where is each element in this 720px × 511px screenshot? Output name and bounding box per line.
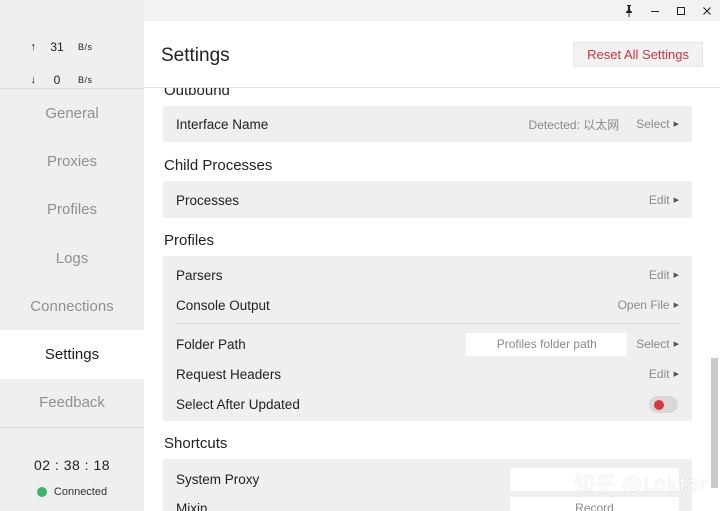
upload-unit: B/s [78,41,93,52]
system-proxy-label: System Proxy [176,471,260,487]
upload-arrow-icon: ↑ [30,40,37,53]
traffic-monitor: ↑ 31 B/s ↓ 0 B/s [0,0,144,88]
select-after-updated-toggle[interactable] [649,395,678,413]
connection-status: Connected [0,486,144,498]
section-title-child-processes: Child Processes [164,157,273,174]
settings-content[interactable]: Outbound Interface Name Detected: 以太网 Se… [144,88,720,511]
interface-select-button[interactable]: Select ▶ [636,117,679,131]
card-child-processes: Processes Edit ▶ [163,181,692,218]
row-select-after-updated: Select After Updated [163,389,692,419]
window-controls [616,0,720,22]
row-parsers[interactable]: Parsers Edit ▶ [163,260,692,290]
request-headers-edit-button[interactable]: Edit ▶ [649,367,679,381]
sidebar-item-proxies[interactable]: Proxies [0,137,144,185]
scrollbar[interactable] [711,358,718,488]
interface-name-label: Interface Name [176,116,269,132]
select-after-updated-label: Select After Updated [176,396,300,412]
folder-path-select-label: Select [636,337,670,351]
row-request-headers[interactable]: Request Headers Edit ▶ [163,359,692,389]
triangle-right-icon: ▶ [673,272,679,279]
sidebar: ↑ 31 B/s ↓ 0 B/s General Proxies Profile… [0,0,144,511]
triangle-right-icon: ▶ [673,197,679,204]
close-icon[interactable] [694,0,720,22]
console-output-label: Console Output [176,297,270,313]
processes-edit-button[interactable]: Edit ▶ [649,193,679,207]
parsers-edit-button[interactable]: Edit ▶ [649,268,679,282]
sidebar-nav: General Proxies Profiles Logs Connection… [0,88,144,427]
maximize-icon[interactable] [668,0,694,22]
pin-icon[interactable] [616,0,642,22]
folder-path-label: Folder Path [176,336,246,352]
console-open-file-label: Open File [617,298,670,312]
row-folder-path[interactable]: Folder Path Profiles folder path Select … [163,329,692,359]
sidebar-item-settings[interactable]: Settings [0,330,144,379]
row-processes[interactable]: Processes Edit ▶ [163,185,692,215]
interface-detected-value: Detected: 以太网 [528,117,620,132]
reset-all-settings-button[interactable]: Reset All Settings [573,42,703,67]
interface-select-label: Select [636,117,670,131]
upload-speed: ↑ 31 B/s [0,30,144,63]
download-value: 0 [53,72,61,87]
mixin-label: Mixin [176,500,208,511]
connection-label: Connected [53,486,108,498]
page-title: Settings [161,45,230,66]
minimize-icon[interactable] [642,0,668,22]
mixin-shortcut-input[interactable]: Record [510,496,679,511]
status-panel: 02 : 38 : 18 Connected [0,427,144,511]
triangle-right-icon: ▶ [673,121,679,128]
request-headers-edit-label: Edit [648,367,670,381]
parsers-edit-label: Edit [648,268,670,282]
processes-edit-label: Edit [648,193,670,207]
sidebar-item-general[interactable]: General [0,89,144,137]
toggle-knob [654,399,664,410]
watermark: 知乎 @Lokfar [574,472,708,496]
console-open-file-button[interactable]: Open File ▶ [618,298,679,312]
row-interface-name[interactable]: Interface Name Detected: 以太网 Select ▶ [163,109,692,139]
sidebar-item-profiles[interactable]: Profiles [0,186,144,234]
section-title-profiles: Profiles [164,232,215,249]
sidebar-item-logs[interactable]: Logs [0,234,144,282]
main-panel: Settings Reset All Settings Outbound Int… [144,21,720,511]
download-arrow-icon: ↓ [30,73,37,86]
triangle-right-icon: ▶ [673,302,679,309]
sidebar-item-feedback[interactable]: Feedback [0,379,144,427]
folder-path-select-button[interactable]: Select ▶ [636,337,679,351]
triangle-right-icon: ▶ [673,371,679,378]
card-outbound: Interface Name Detected: 以太网 Select ▶ [163,106,692,142]
page-header: Settings Reset All Settings [144,21,720,88]
download-unit: B/s [78,74,93,85]
card-profiles: Parsers Edit ▶ Console Output Open File … [163,256,692,421]
sidebar-item-connections[interactable]: Connections [0,282,144,330]
section-title-shortcuts: Shortcuts [164,435,228,452]
row-console-output[interactable]: Console Output Open File ▶ [163,290,692,320]
request-headers-label: Request Headers [176,366,282,382]
folder-path-input[interactable]: Profiles folder path [466,332,628,356]
upload-value: 31 [50,39,64,54]
divider [175,323,680,324]
uptime-timer: 02 : 38 : 18 [33,457,111,473]
status-dot-icon [36,487,47,497]
triangle-right-icon: ▶ [673,341,679,348]
section-title-outbound: Outbound [164,88,230,99]
parsers-label: Parsers [176,267,223,283]
processes-label: Processes [176,192,240,208]
